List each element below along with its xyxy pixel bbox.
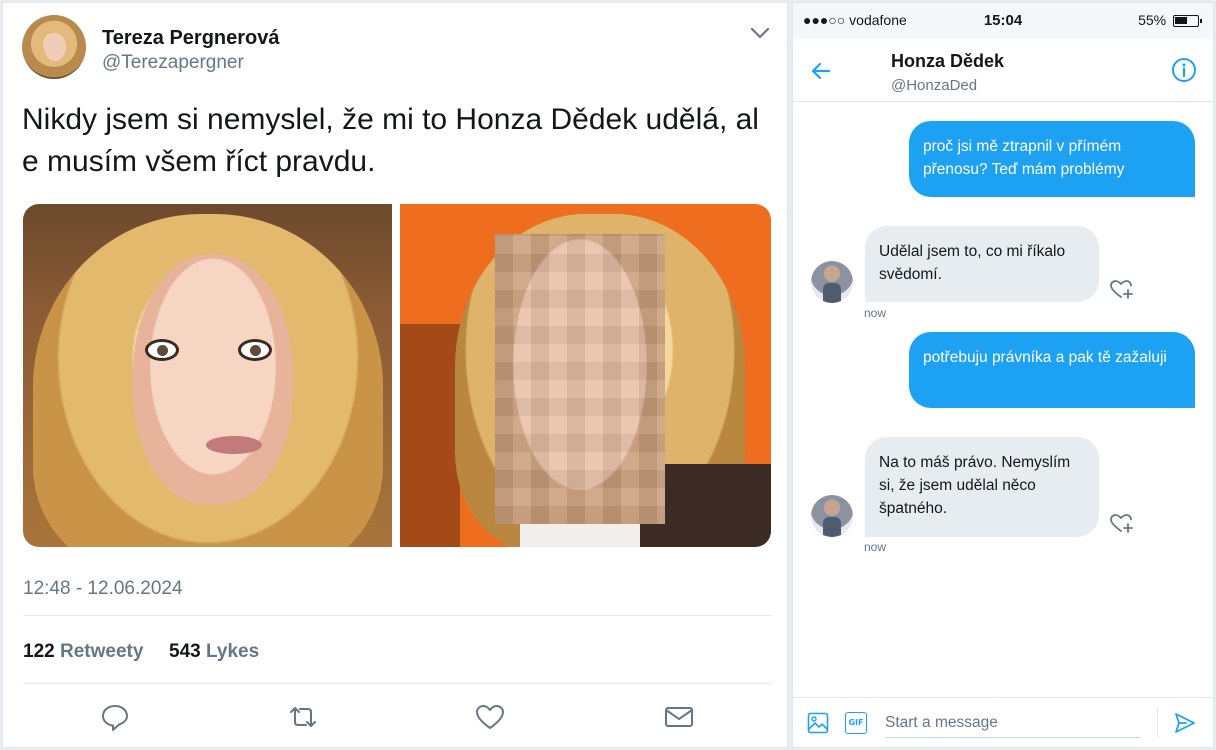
message-input[interactable]	[885, 708, 1141, 738]
message-time: now	[864, 306, 887, 320]
likes-label: Lykes	[205, 641, 260, 662]
message-sent[interactable]: proč jsi mě ztrapnil v přímém přenosu? T…	[909, 121, 1195, 197]
heart-icon[interactable]	[474, 701, 506, 733]
tweet-timestamp[interactable]: 12:48 - 12.06.2024	[23, 578, 183, 600]
image-icon[interactable]	[807, 712, 829, 734]
back-arrow-icon[interactable]	[809, 59, 833, 83]
author-handle[interactable]: @Terezapergner	[102, 52, 244, 74]
tweet-header: Tereza Pergnerová @Terezapergner	[22, 15, 772, 85]
divider	[1157, 708, 1158, 738]
message-received[interactable]: Na to máš právo. Nemyslím si, že jsem ud…	[865, 437, 1099, 537]
retweets-stat[interactable]: 122 Retweety	[23, 641, 143, 663]
tweet-card: Tereza Pergnerová @Terezapergner Nikdy j…	[2, 2, 788, 748]
screen: Tereza Pergnerová @Terezapergner Nikdy j…	[0, 0, 1216, 750]
dm-panel: ●●●○○ vodafone 15:04 55% Honza Dědek @Ho…	[792, 2, 1214, 748]
tweet-media[interactable]	[23, 204, 771, 547]
battery-percent: 55%	[1138, 12, 1167, 28]
retweets-label: Retweety	[59, 641, 144, 662]
likes-count: 543	[169, 641, 201, 662]
like-message-icon[interactable]	[1109, 510, 1135, 536]
conversation-handle[interactable]: @HonzaDed	[891, 77, 977, 94]
author-avatar[interactable]	[22, 15, 86, 79]
message-composer: GIF	[793, 697, 1213, 747]
message-time: now	[864, 540, 887, 554]
reply-icon[interactable]	[99, 701, 131, 733]
chevron-down-icon[interactable]	[748, 21, 772, 45]
contact-avatar[interactable]	[811, 495, 853, 537]
send-icon[interactable]	[1173, 711, 1197, 735]
photo-left[interactable]	[23, 204, 392, 547]
divider	[23, 683, 771, 684]
author-name[interactable]: Tereza Pergnerová	[102, 27, 280, 50]
info-icon[interactable]	[1171, 57, 1197, 83]
retweet-icon[interactable]	[287, 701, 319, 733]
envelope-icon[interactable]	[663, 701, 695, 733]
retweets-count: 122	[23, 641, 55, 662]
tweet-text: Nikdy jsem si nemyslel, že mi to Honza D…	[22, 103, 759, 178]
gif-icon[interactable]: GIF	[845, 712, 867, 734]
divider	[23, 615, 771, 616]
photo-right-pixelated[interactable]	[400, 204, 771, 547]
phone-status-bar: ●●●○○ vodafone 15:04 55%	[793, 3, 1213, 39]
message-received[interactable]: Udělal jsem to, co mi říkalo svědomí.	[865, 226, 1099, 302]
conversation-header: Honza Dědek @HonzaDed	[793, 39, 1213, 102]
like-message-icon[interactable]	[1109, 276, 1135, 302]
likes-stat[interactable]: 543 Lykes	[169, 641, 259, 663]
tweet-actions	[3, 693, 789, 743]
contact-avatar[interactable]	[811, 261, 853, 303]
conversation-name[interactable]: Honza Dědek	[891, 51, 1004, 72]
battery-icon	[1173, 15, 1202, 28]
message-sent[interactable]: potřebuju právníka a pak tě zažaluji	[909, 332, 1195, 408]
battery-status: 55%	[1138, 12, 1202, 28]
